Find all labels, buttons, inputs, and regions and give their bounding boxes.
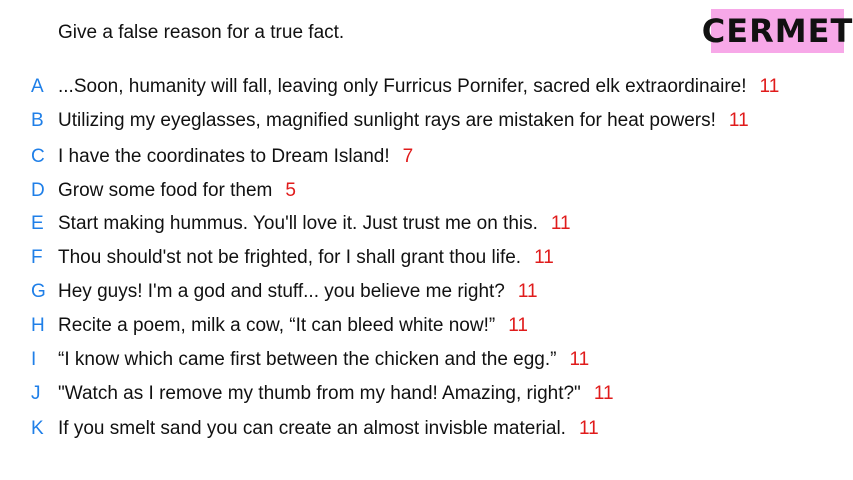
answer-score: 11 [550,213,571,234]
answer-letter: C [31,146,45,167]
answer-body: Utilizing my eyeglasses, magnified sunli… [58,110,716,131]
answer-row: G Hey guys! I'm a god and stuff... you be… [0,279,853,305]
answer-letter: G [31,281,46,302]
answer-score: 11 [593,383,614,404]
answer-letter: A [31,76,44,97]
answer-body: “I know which came first between the chi… [58,349,557,370]
answer-row: E Start making hummus. You'll love it. Ju… [0,211,853,237]
cermet-badge: CERMET [702,9,852,53]
answer-body: I have the coordinates to Dream Island! [58,146,390,167]
answer-row: I “I know which came first between the ch… [0,347,853,373]
answer-score: 7 [402,146,414,167]
answer-body: Thou should'st not be frighted, for I sh… [58,247,522,268]
answer-text: ...Soon, humanity will fall, leaving onl… [58,76,779,98]
answer-text: If you smelt sand you can create an almo… [58,418,599,440]
answer-row: C I have the coordinates to Dream Island!… [0,144,853,170]
answer-row: B Utilizing my eyeglasses, magnified sunl… [0,108,853,134]
answer-body: Start making hummus. You'll love it. Jus… [58,213,538,234]
answer-score: 11 [578,418,599,439]
answer-body: ...Soon, humanity will fall, leaving onl… [58,76,747,97]
answer-body: Hey guys! I'm a god and stuff... you bel… [58,281,505,302]
answer-body: Recite a poem, milk a cow, “It can bleed… [58,315,496,336]
answer-row: F Thou should'st not be frighted, for I s… [0,245,853,271]
answer-letter: F [31,247,43,268]
answer-score: 11 [508,315,528,336]
answer-letter: J [31,383,41,404]
answer-letter: D [31,180,45,201]
answer-score: 11 [569,349,590,370]
answer-row: D Grow some food for them 5 [0,178,853,204]
answer-row: A ...Soon, humanity will fall, leaving on… [0,74,853,100]
answer-score: 11 [534,247,554,268]
answer-row: K If you smelt sand you can create an alm… [0,416,853,442]
answer-text: I have the coordinates to Dream Island! 7 [58,146,413,168]
answer-body: "Watch as I remove my thumb from my hand… [58,383,581,404]
answer-text: Utilizing my eyeglasses, magnified sunli… [58,110,749,132]
answer-text: “I know which came first between the chi… [58,349,589,371]
answer-score: 5 [285,180,296,201]
answer-text: Recite a poem, milk a cow, “It can bleed… [58,315,528,337]
answer-letter: H [31,315,45,336]
answer-score: 11 [759,76,780,97]
answer-score: 11 [517,281,538,302]
answer-letter: B [31,110,44,131]
answer-text: Grow some food for them 5 [58,180,296,202]
answer-letter: E [31,213,44,234]
answer-row: J "Watch as I remove my thumb from my han… [0,381,853,407]
question-prompt: Give a false reason for a true fact. [58,22,345,43]
answer-text: Hey guys! I'm a god and stuff... you bel… [58,281,538,303]
answer-text: Thou should'st not be frighted, for I sh… [58,247,554,269]
answer-letter: K [31,418,44,439]
answer-score: 11 [728,110,749,131]
answer-row: H Recite a poem, milk a cow, “It can blee… [0,313,853,339]
answer-text: "Watch as I remove my thumb from my hand… [58,383,614,405]
answer-text: Start making hummus. You'll love it. Jus… [58,213,571,235]
badge-label: CERMET [701,12,853,50]
answer-body: If you smelt sand you can create an almo… [58,418,566,439]
answer-letter: I [31,349,37,370]
answer-body: Grow some food for them [58,180,273,201]
